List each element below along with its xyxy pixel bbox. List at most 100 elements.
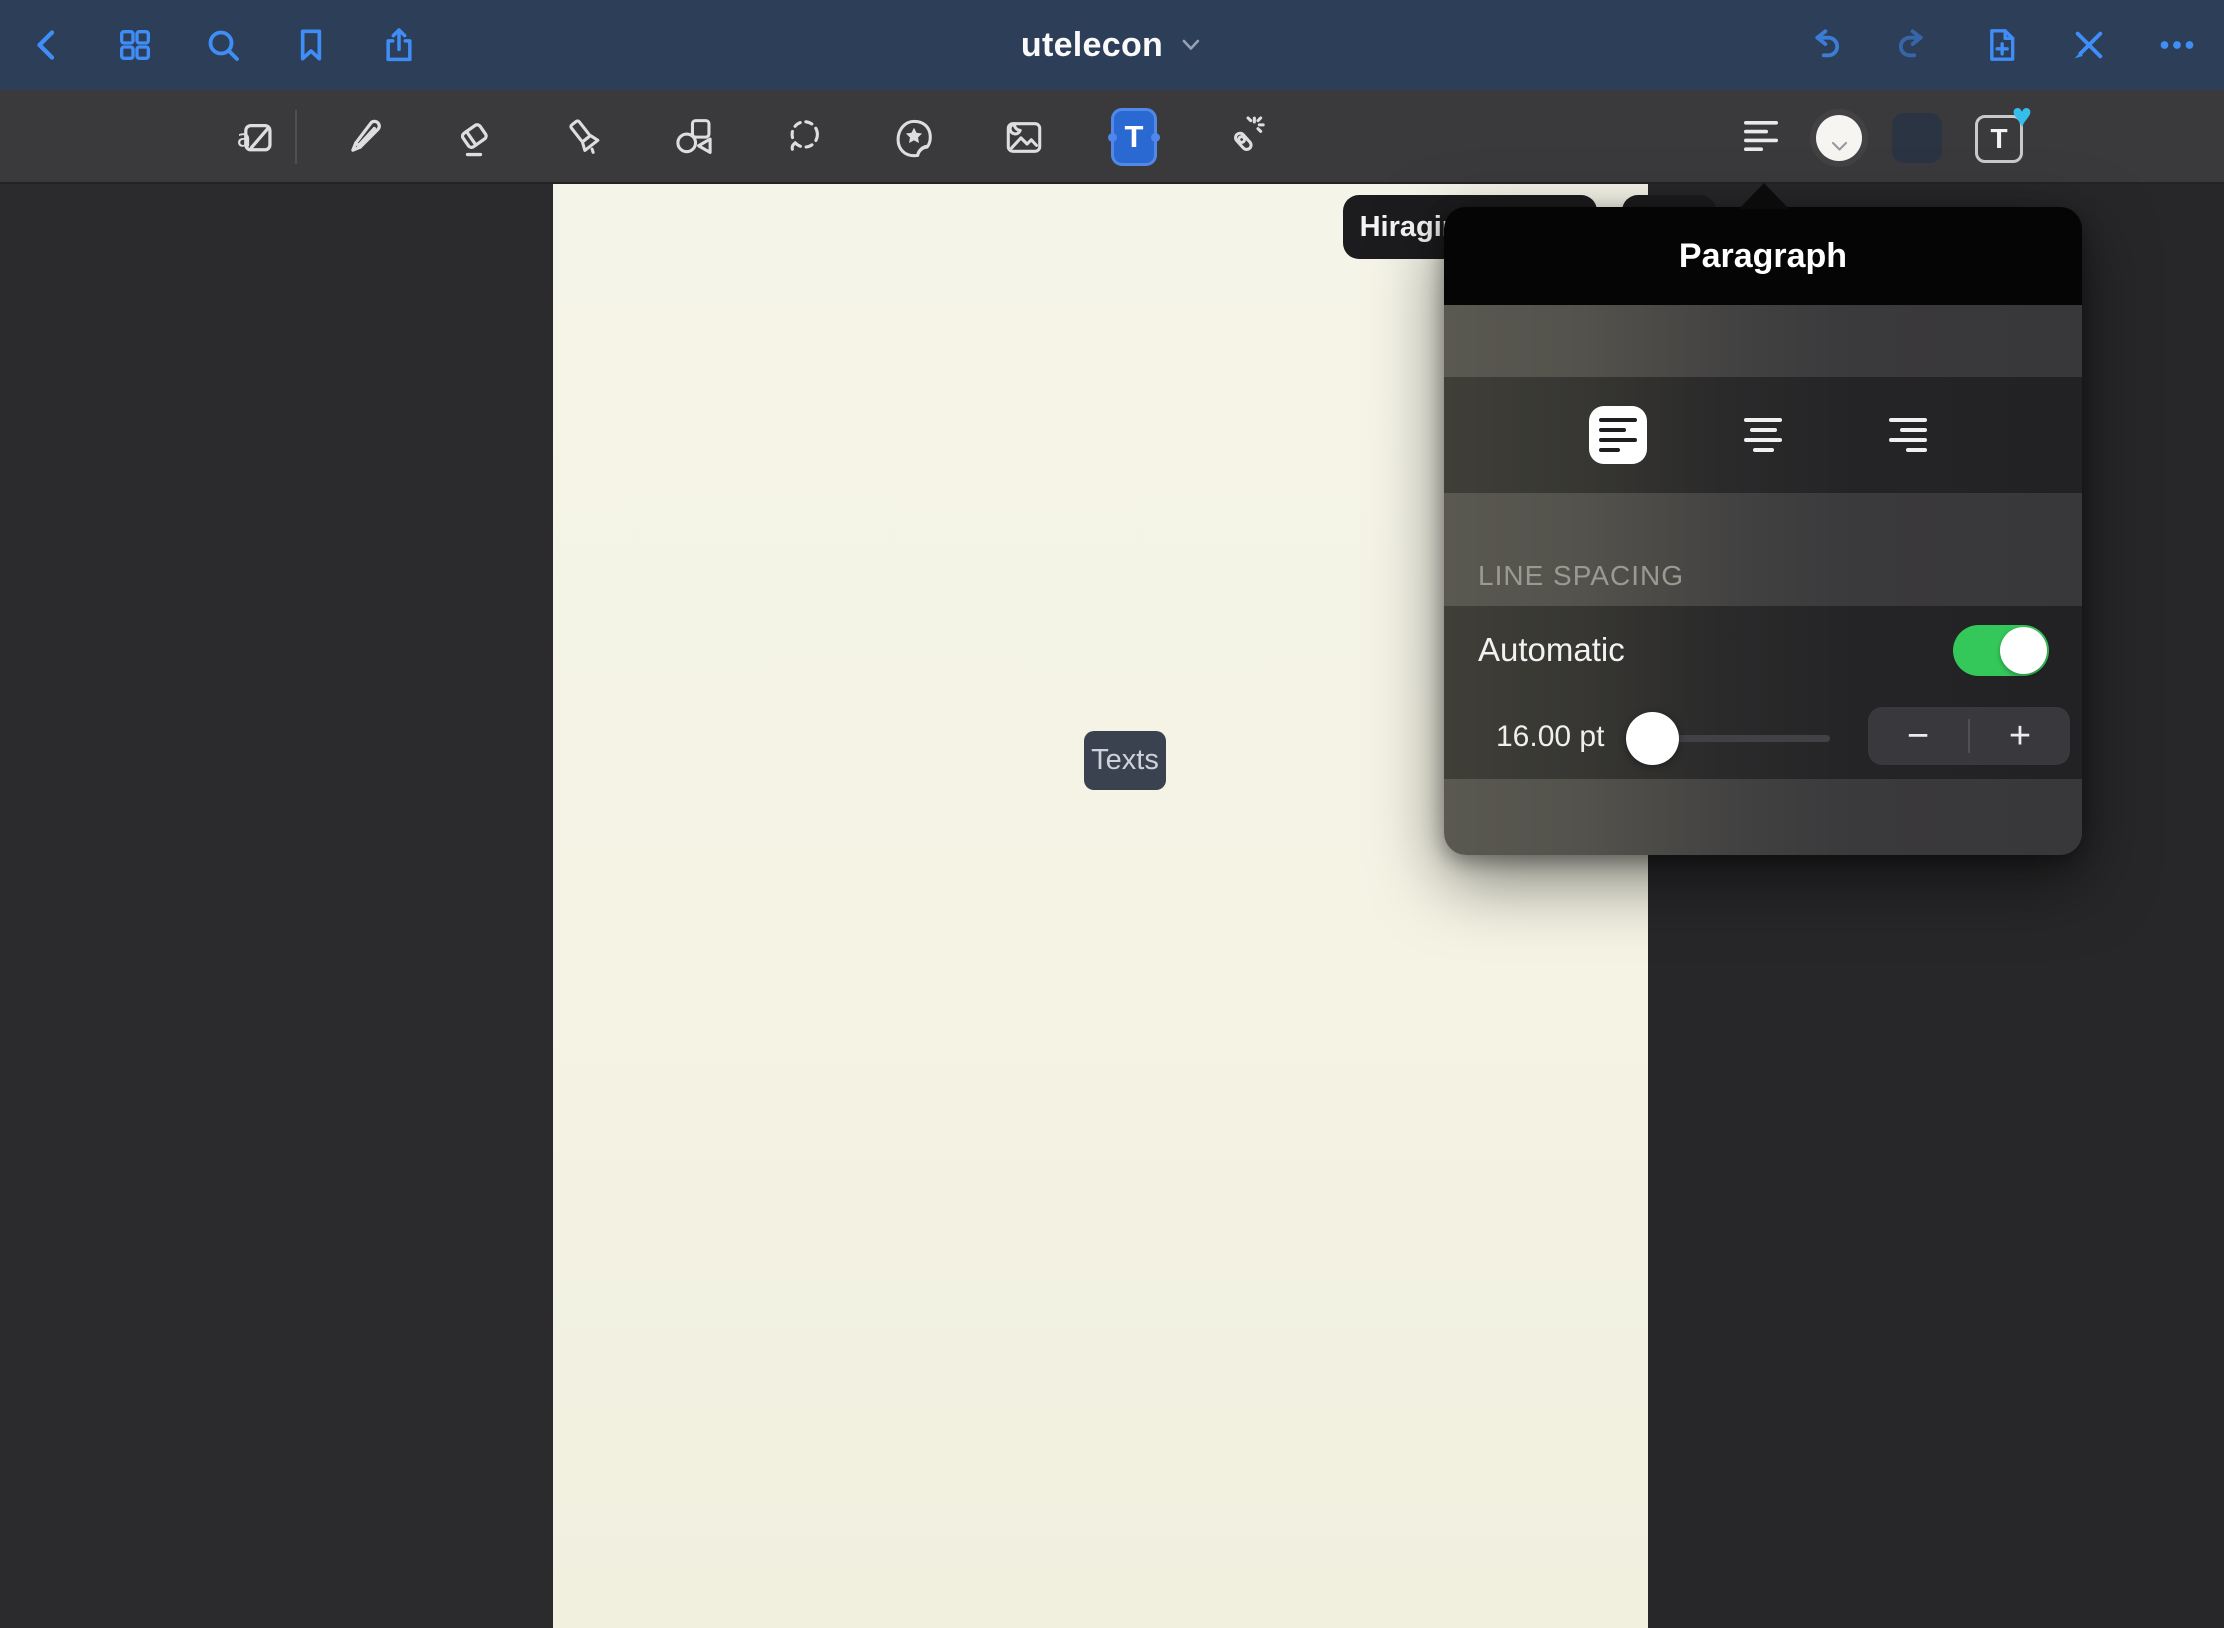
text-tool-letter: T xyxy=(1125,119,1144,155)
line-spacing-card: Automatic 16.00 pt − + xyxy=(1444,606,2082,779)
popover-footer-spacer xyxy=(1444,779,2082,855)
ellipsis-icon xyxy=(2157,25,2197,65)
popover-body: LINE SPACING Automatic 16.00 pt xyxy=(1444,305,2082,855)
eraser-icon xyxy=(451,114,497,161)
line-spacing-section: LINE SPACING xyxy=(1444,493,2082,606)
align-bar xyxy=(1889,418,1927,423)
share-button[interactable] xyxy=(378,24,420,66)
align-bar xyxy=(1753,448,1774,453)
stop-editing-button[interactable] xyxy=(2068,24,2110,66)
favorite-letter: T xyxy=(1990,123,2007,155)
align-bar xyxy=(1744,438,1782,443)
canvas-background-left xyxy=(0,184,553,1628)
undo-button[interactable] xyxy=(1804,24,1846,66)
bookmark-icon xyxy=(291,25,331,65)
align-left-lines-icon xyxy=(1744,120,1784,154)
read-mode-toggle[interactable]: a xyxy=(232,90,278,184)
selection-handle-right xyxy=(1151,133,1160,142)
align-center-button[interactable] xyxy=(1734,406,1792,464)
lasso-icon xyxy=(781,114,827,161)
spacing-value-label: 16.00 pt xyxy=(1496,720,1604,754)
popover-header: Paragraph xyxy=(1444,207,2082,305)
top-bar-left-group xyxy=(26,0,420,90)
text-style-favorite-button[interactable]: T ♥ xyxy=(1975,115,2023,163)
decrease-spacing-button[interactable]: − xyxy=(1868,707,1968,765)
align-bar xyxy=(1599,418,1637,423)
eraser-tool[interactable] xyxy=(451,90,497,184)
shapes-tool[interactable] xyxy=(671,90,717,184)
read-write-mode-icon: a xyxy=(232,114,278,161)
tool-bar: a xyxy=(0,90,2224,184)
popover-arrow xyxy=(1739,183,1789,209)
align-bar xyxy=(1744,418,1782,423)
redo-button[interactable] xyxy=(1892,24,1934,66)
pen-tool[interactable] xyxy=(341,90,387,184)
spacing-slider[interactable] xyxy=(1628,694,1830,779)
more-options-button[interactable] xyxy=(2156,24,2198,66)
toggle-knob xyxy=(2000,627,2047,674)
search-icon xyxy=(203,25,243,65)
increase-spacing-button[interactable]: + xyxy=(1970,707,2070,765)
highlighter-tool[interactable] xyxy=(561,90,607,184)
grid-icon xyxy=(115,25,155,65)
secondary-swatch-disabled[interactable] xyxy=(1892,113,1942,163)
line-spacing-heading: LINE SPACING xyxy=(1478,560,1684,592)
paragraph-popover: Paragraph xyxy=(1444,207,2082,855)
highlighter-icon xyxy=(561,114,607,161)
slider-thumb[interactable] xyxy=(1626,712,1679,765)
top-bar-right-group xyxy=(1804,0,2198,90)
image-icon xyxy=(1001,114,1047,161)
share-icon xyxy=(379,25,419,65)
lasso-tool[interactable] xyxy=(781,90,827,184)
align-bar xyxy=(1900,428,1927,433)
chevron-down-icon xyxy=(1830,140,1849,153)
align-right-button[interactable] xyxy=(1879,406,1937,464)
undo-icon xyxy=(1805,25,1845,65)
app-screen: utelecon xyxy=(0,0,2224,1628)
popover-title: Paragraph xyxy=(1679,237,1847,276)
align-bar xyxy=(1906,448,1927,453)
elements-tool[interactable] xyxy=(891,90,937,184)
svg-text:a: a xyxy=(237,124,252,152)
top-navigation-bar: utelecon xyxy=(0,0,2224,90)
back-button[interactable] xyxy=(26,24,68,66)
color-picker-button[interactable] xyxy=(1810,109,1868,167)
back-chevron-icon xyxy=(27,25,67,65)
pen-icon xyxy=(341,114,387,161)
automatic-label: Automatic xyxy=(1478,631,1625,669)
redo-icon xyxy=(1893,25,1933,65)
laser-pointer-icon xyxy=(1221,114,1267,161)
page-overview-button[interactable] xyxy=(114,24,156,66)
laser-pointer-tool[interactable] xyxy=(1221,90,1267,184)
title-chevron-down-icon xyxy=(1179,37,1203,53)
align-bar xyxy=(1599,428,1626,433)
add-page-button[interactable] xyxy=(1980,24,2022,66)
selection-handle-left xyxy=(1108,133,1117,142)
toolbar-divider xyxy=(295,110,297,164)
add-page-icon xyxy=(1981,25,2021,65)
align-bar xyxy=(1599,448,1620,453)
pencil-slash-icon xyxy=(2069,25,2109,65)
bookmark-button[interactable] xyxy=(290,24,332,66)
align-bar xyxy=(1750,428,1777,433)
paragraph-settings-button[interactable] xyxy=(1742,116,1786,158)
popover-spacer xyxy=(1444,305,2082,377)
spacing-slider-row: 16.00 pt − + xyxy=(1444,694,2082,779)
image-tool[interactable] xyxy=(1001,90,1047,184)
text-tool[interactable]: T xyxy=(1111,90,1157,184)
automatic-row: Automatic xyxy=(1444,606,2082,694)
document-title-button[interactable]: utelecon xyxy=(1021,0,1203,90)
spacing-stepper: − + xyxy=(1868,707,2070,765)
shapes-icon xyxy=(671,114,717,161)
document-title: utelecon xyxy=(1021,26,1163,65)
automatic-toggle[interactable] xyxy=(1953,625,2049,676)
search-button[interactable] xyxy=(202,24,244,66)
heart-icon: ♥ xyxy=(2012,99,2032,133)
text-object-on-page[interactable]: Texts xyxy=(1084,731,1166,790)
align-bar xyxy=(1889,438,1927,443)
align-left-button[interactable] xyxy=(1589,406,1647,464)
alignment-row xyxy=(1444,377,2082,493)
tools-row: T xyxy=(341,90,1267,184)
text-object-label: Texts xyxy=(1091,744,1159,777)
sticker-star-icon xyxy=(891,114,937,161)
